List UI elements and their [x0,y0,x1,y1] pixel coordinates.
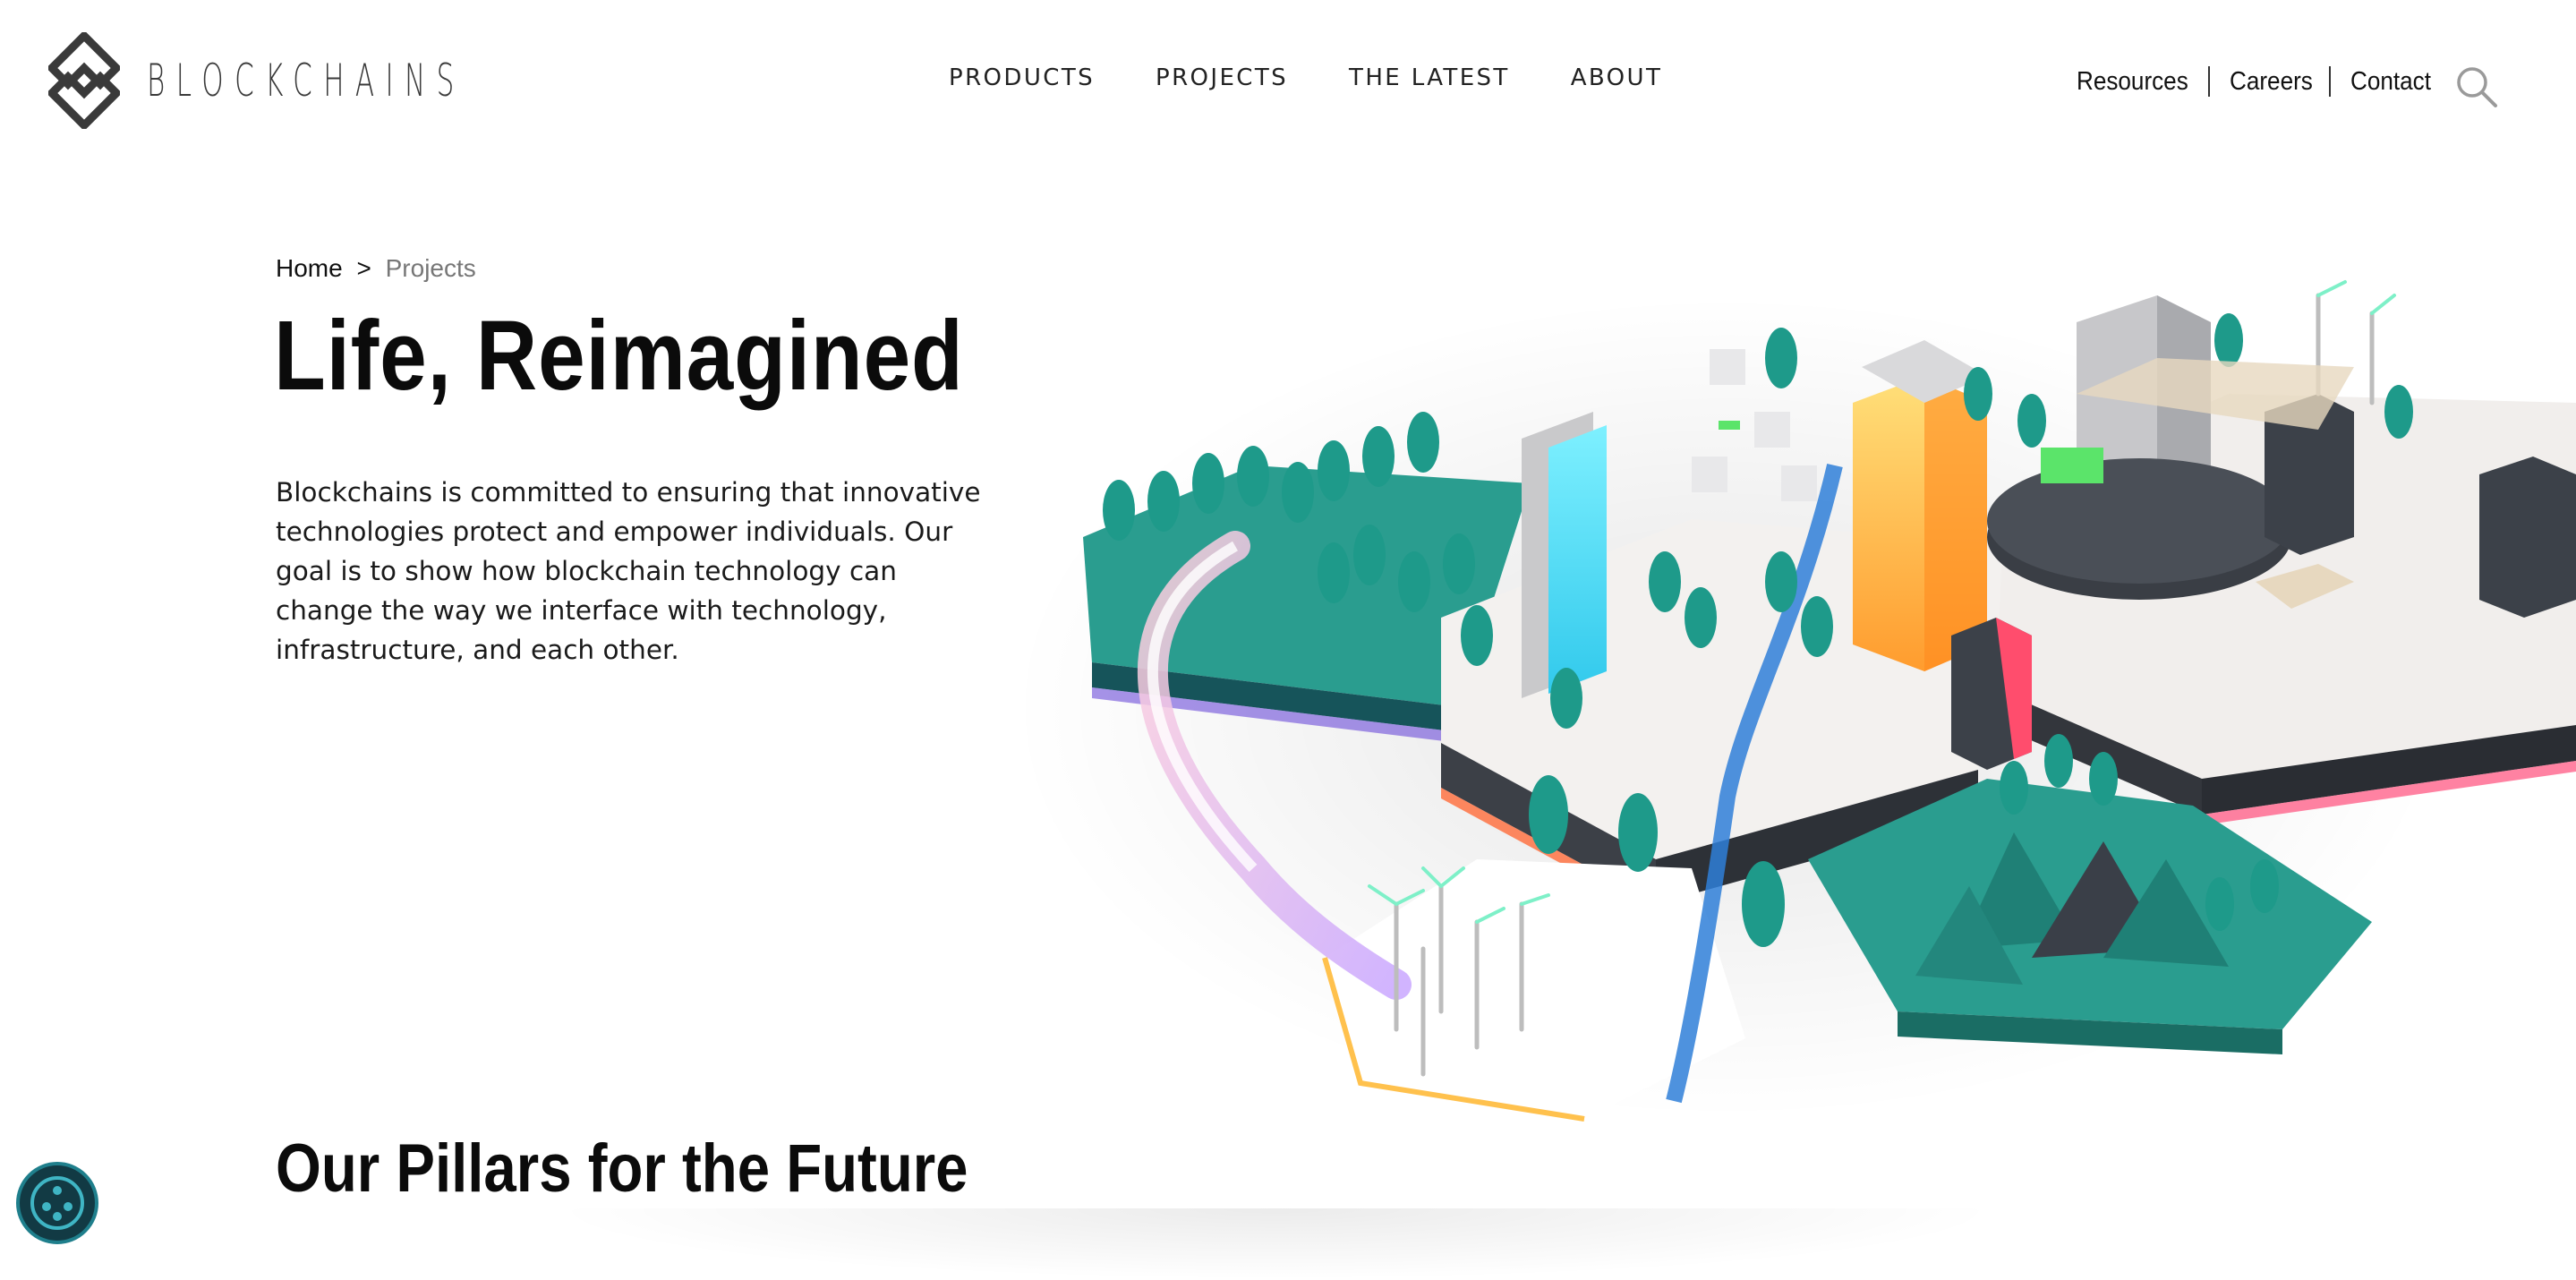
nav-about[interactable]: ABOUT [1571,64,1663,91]
accessibility-button[interactable] [16,1162,98,1244]
nav-divider [2328,66,2331,97]
logo-wordmark: BLOCKCHAINS [147,55,465,107]
section-title-pillars: Our Pillars for the Future [276,1131,968,1207]
blockchains-logo-icon [48,32,120,129]
nav-divider [2207,66,2210,97]
nav-the-latest[interactable]: THE LATEST [1349,64,1510,91]
breadcrumb-current: Projects [385,254,476,282]
nav-products[interactable]: PRODUCTS [949,64,1095,91]
nav-projects[interactable]: PROJECTS [1156,64,1288,91]
nav-resources[interactable]: Resources [2077,67,2188,97]
isometric-city-illustration [1011,280,2576,1122]
breadcrumb: Home > Projects [276,254,476,283]
breadcrumb-home[interactable]: Home [276,254,343,282]
site-header: BLOCKCHAINS PRODUCTS PROJECTS THE LATEST… [0,0,2576,170]
breadcrumb-separator: > [356,254,371,282]
nav-careers[interactable]: Careers [2230,67,2313,97]
accessibility-icon [30,1176,84,1230]
utility-nav: Resources Careers Contact [2077,66,2440,97]
intro-paragraph: Blockchains is committed to ensuring tha… [276,477,981,665]
search-icon[interactable] [2454,64,2499,109]
card-shadow [546,1208,2005,1280]
logo-link[interactable]: BLOCKCHAINS [48,32,661,129]
nav-contact[interactable]: Contact [2350,67,2431,97]
main-nav: PRODUCTS PROJECTS THE LATEST ABOUT [949,64,1723,91]
page-title: Life, Reimagined [274,301,964,411]
